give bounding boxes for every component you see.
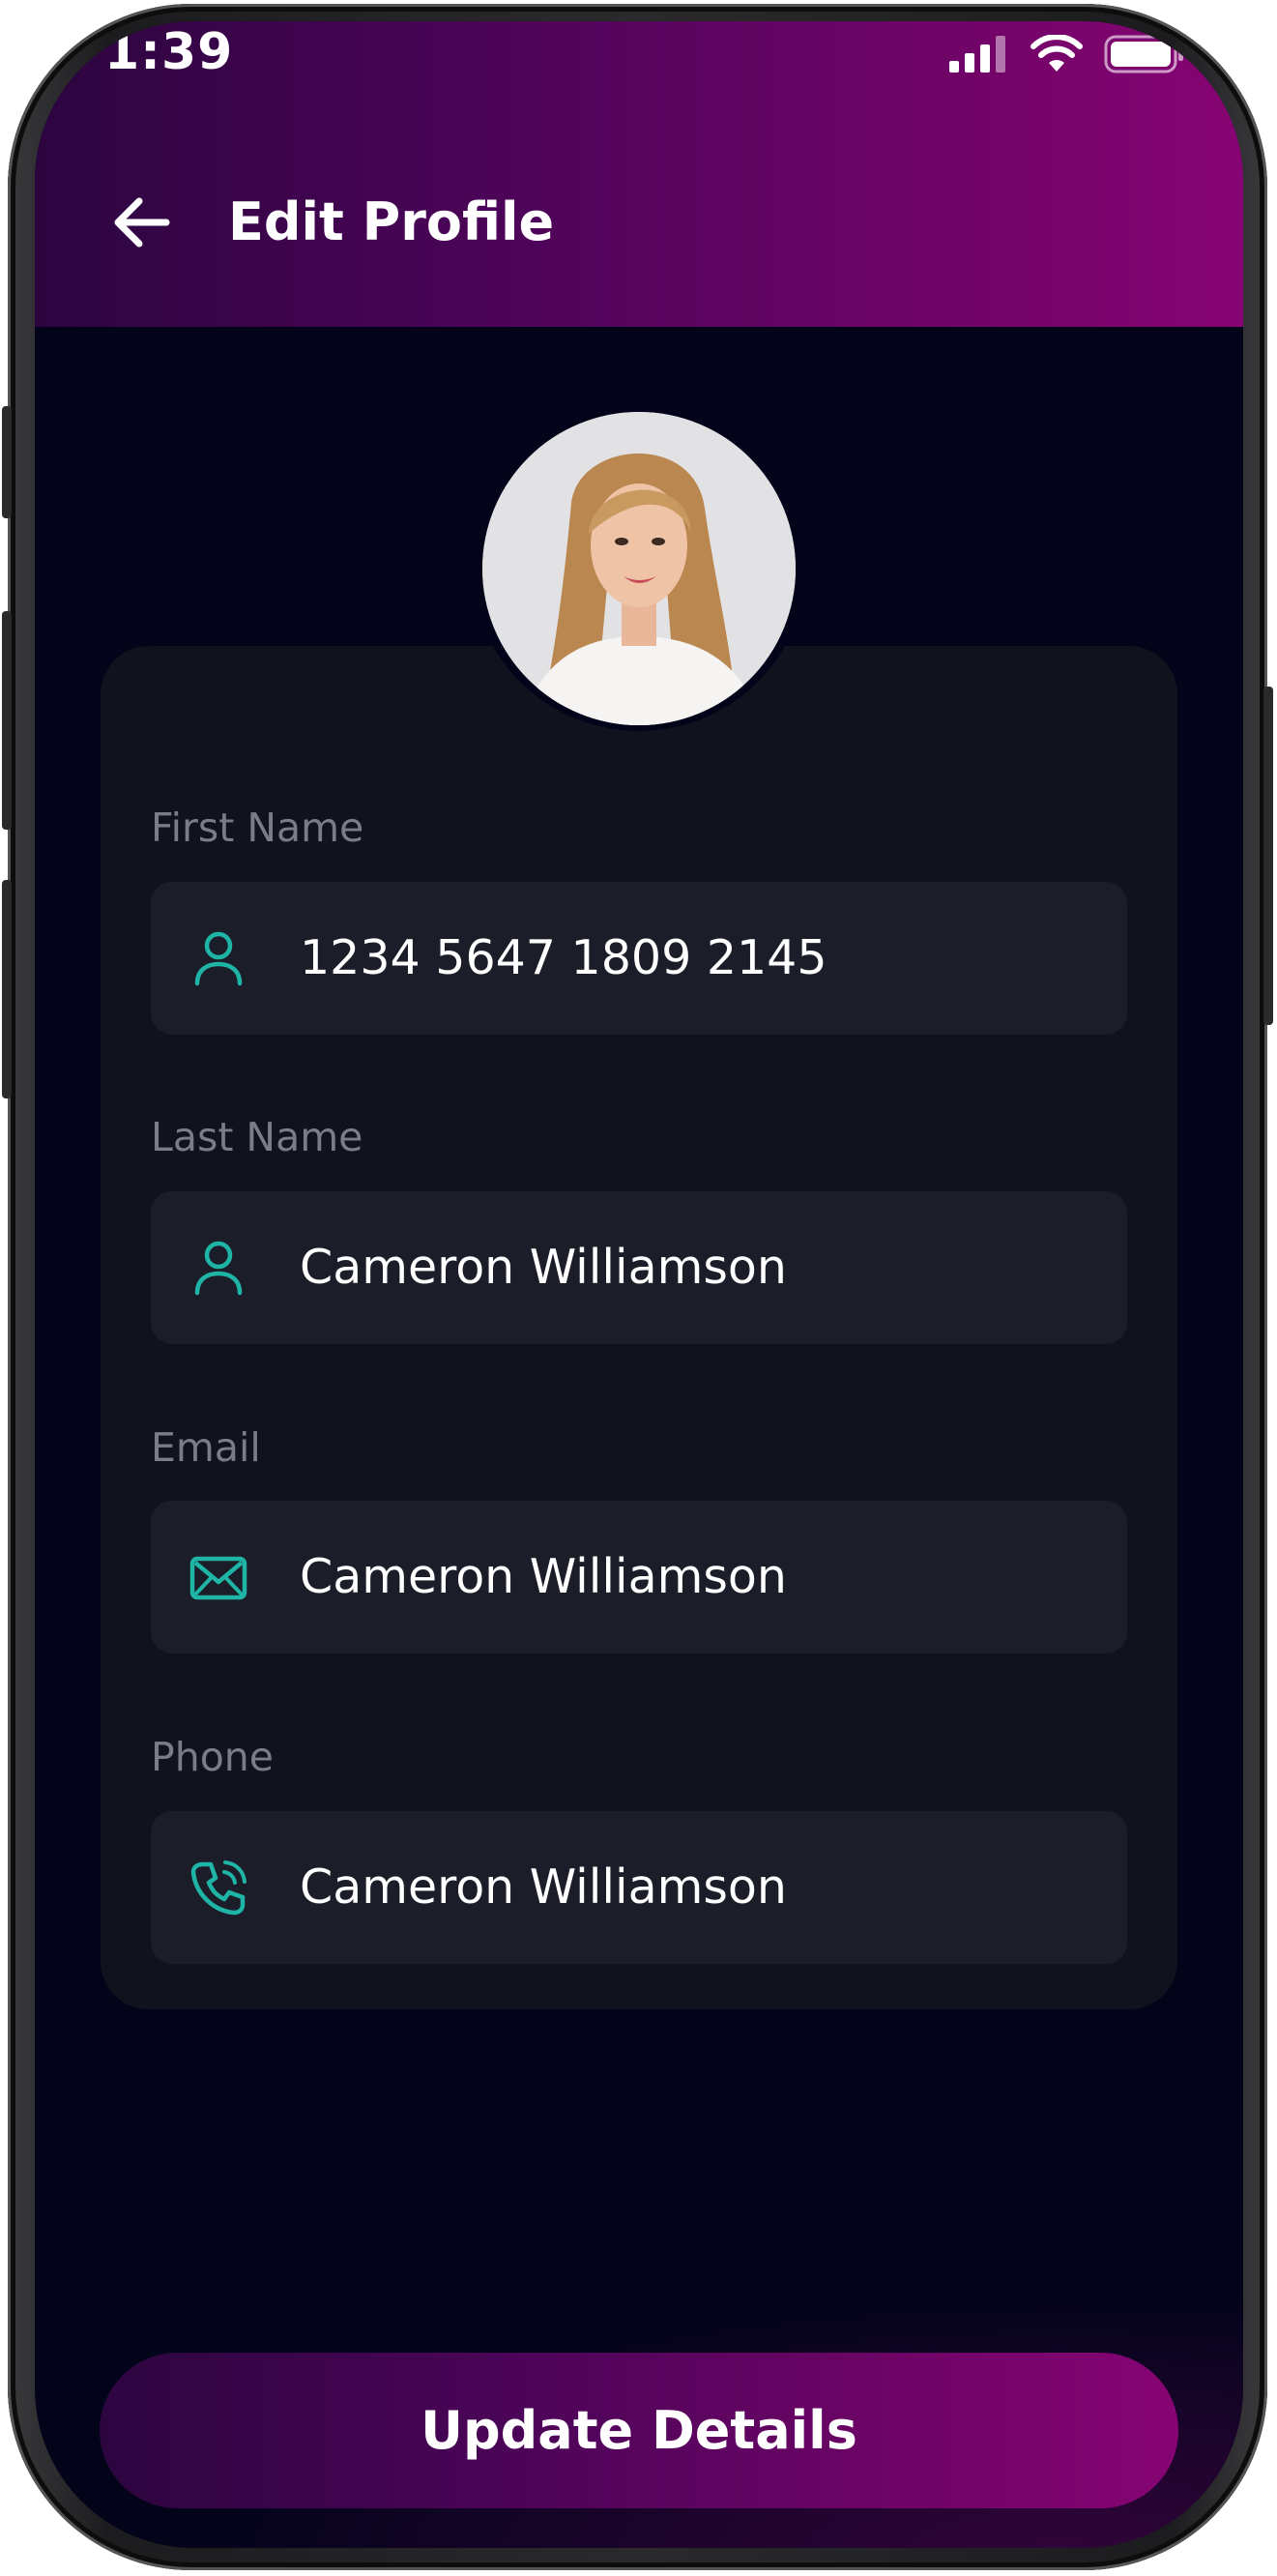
first-name-label: First Name bbox=[151, 805, 364, 851]
status-time: 1:39 bbox=[104, 23, 234, 81]
avatar[interactable] bbox=[482, 412, 796, 725]
profile-photo bbox=[482, 412, 796, 725]
phone-field[interactable]: Cameron Williamson bbox=[151, 1811, 1127, 1964]
header: 1:39 Edit Profile bbox=[35, 21, 1243, 327]
app-screen: 1:39 Edit Profile First Name 1234 5647 1… bbox=[35, 21, 1243, 2548]
email-value: Cameron Williamson bbox=[300, 1549, 787, 1604]
last-name-field[interactable]: Cameron Williamson bbox=[151, 1191, 1127, 1344]
wifi-icon bbox=[1030, 35, 1083, 72]
device-volume-down-button bbox=[2, 880, 12, 1098]
mail-icon bbox=[189, 1556, 247, 1600]
battery-icon bbox=[1104, 35, 1183, 73]
phone-icon bbox=[190, 1860, 247, 1916]
email-field[interactable]: Cameron Williamson bbox=[151, 1501, 1127, 1654]
last-name-label: Last Name bbox=[151, 1114, 363, 1160]
email-label: Email bbox=[151, 1424, 261, 1471]
arrow-left-icon bbox=[114, 197, 170, 248]
phone-label: Phone bbox=[151, 1734, 275, 1780]
page-title: Edit Profile bbox=[228, 191, 555, 252]
device-action-button bbox=[2, 406, 12, 518]
update-details-button[interactable]: Update Details bbox=[100, 2353, 1178, 2508]
back-button[interactable] bbox=[102, 184, 180, 261]
status-icons bbox=[949, 35, 1185, 73]
device-power-button bbox=[1263, 687, 1273, 1025]
signal-icon bbox=[949, 36, 1005, 73]
user-icon bbox=[194, 1241, 243, 1296]
last-name-value: Cameron Williamson bbox=[300, 1240, 787, 1295]
phone-value: Cameron Williamson bbox=[300, 1859, 787, 1915]
first-name-field[interactable]: 1234 5647 1809 2145 bbox=[151, 882, 1127, 1035]
user-icon bbox=[194, 931, 243, 986]
first-name-value: 1234 5647 1809 2145 bbox=[300, 930, 827, 985]
device-volume-up-button bbox=[2, 611, 12, 830]
